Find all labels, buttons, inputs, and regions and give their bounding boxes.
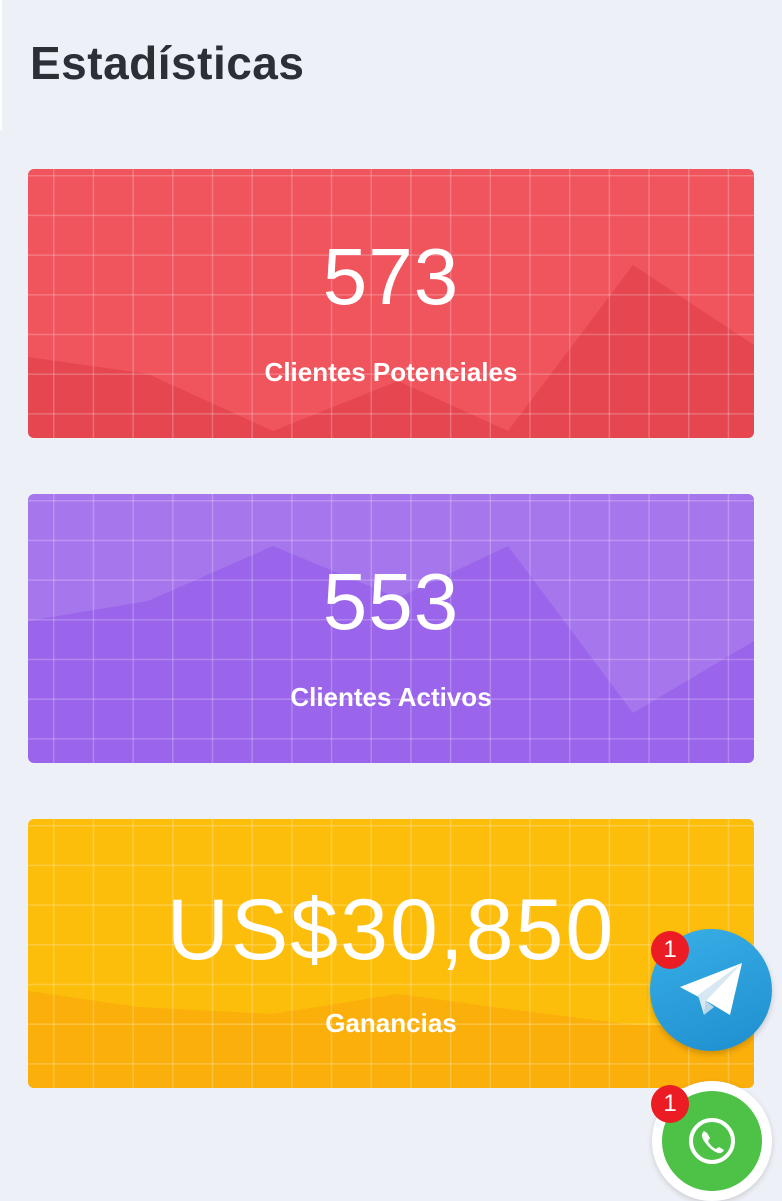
stat-label: Clientes Potenciales [264,357,518,387]
stat-value: 553 [322,557,460,646]
stat-card-clientes-activos[interactable]: 553 Clientes Activos [28,494,754,763]
left-edge-divider [0,0,2,130]
whatsapp-notification-badge: 1 [651,1085,689,1123]
page-title: Estadísticas [30,37,305,89]
stat-value: US$30,850 [166,882,616,978]
stat-value: 573 [322,232,460,321]
stat-card-ganancias[interactable]: US$30,850 Ganancias [28,819,754,1088]
stat-label: Clientes Activos [290,682,492,712]
stat-card-clientes-potenciales[interactable]: 573 Clientes Potenciales [28,169,754,438]
telegram-icon [680,963,742,1015]
stat-label: Ganancias [325,1008,457,1038]
telegram-notification-badge: 1 [651,931,689,969]
whatsapp-icon [689,1118,735,1164]
